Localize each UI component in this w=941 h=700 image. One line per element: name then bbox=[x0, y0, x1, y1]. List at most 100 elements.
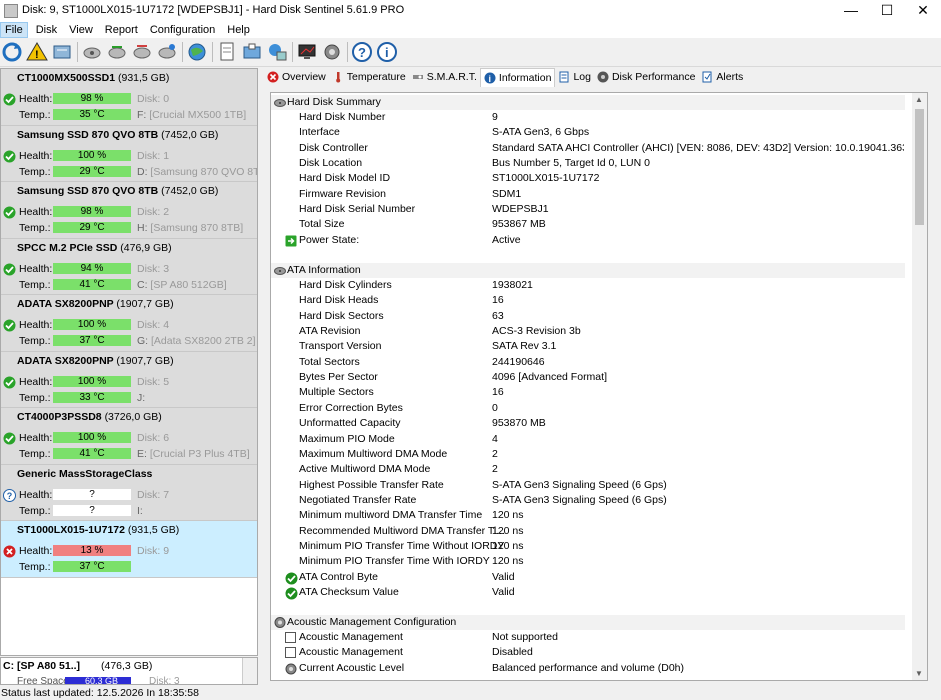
settings-icon[interactable] bbox=[321, 41, 343, 63]
volume-name: C: [SP A80 51..] bbox=[3, 660, 81, 672]
menu-disk[interactable]: Disk bbox=[32, 22, 61, 38]
disk-size: (931,5 GB) bbox=[117, 72, 170, 84]
disk-name: Samsung SSD 870 QVO 8TB (7452,0 GB) bbox=[17, 129, 218, 141]
property-value: 120 ns bbox=[492, 555, 524, 568]
temp-label: Temp.: bbox=[19, 391, 51, 404]
property-name: Minimum PIO Transfer Time Without IORDY bbox=[299, 539, 505, 552]
temp-label: Temp.: bbox=[19, 335, 51, 347]
tab-s-m-a-r-t[interactable]: S.M.A.R.T. bbox=[409, 68, 480, 86]
disk-item[interactable]: Samsung SSD 870 QVO 8TB (7452,0 GB) Healt… bbox=[1, 182, 257, 239]
property-value: 244190646 bbox=[492, 355, 545, 368]
disk-item[interactable]: ADATA SX8200PNP (1907,7 GB) Health: 100 % D… bbox=[1, 295, 257, 352]
volume-label: [Samsung 870 QVO 8TB] bbox=[150, 165, 258, 178]
property-name: Hard Disk Number bbox=[299, 111, 386, 123]
disk-settings-icon[interactable] bbox=[131, 41, 153, 63]
refresh-icon[interactable] bbox=[1, 41, 23, 63]
section-header[interactable]: ATA Information bbox=[271, 263, 905, 278]
health-bar: 98 % bbox=[53, 93, 131, 104]
scroll-down-icon[interactable]: ▼ bbox=[915, 669, 923, 678]
disk-number: Disk: 2 bbox=[137, 206, 170, 218]
menu-configuration[interactable]: Configuration bbox=[146, 22, 219, 38]
info-icon[interactable]: i bbox=[376, 41, 398, 63]
disk-volume: E: [Crucial P3 Plus 4TB] bbox=[137, 448, 250, 460]
property-value: 4096 [Advanced Format] bbox=[492, 371, 607, 384]
minimize-button[interactable]: — bbox=[833, 0, 869, 22]
disk-number: Disk: 6 bbox=[137, 432, 170, 444]
disk-size: (7452,0 GB) bbox=[161, 128, 219, 141]
tab-alerts[interactable]: Alerts bbox=[698, 68, 746, 86]
tab-overview[interactable]: Overview bbox=[264, 68, 329, 86]
tab-temperature[interactable]: Temperature bbox=[329, 68, 409, 86]
disk-info-icon[interactable] bbox=[156, 41, 178, 63]
disk-name: ST1000LX015-1U7172 (931,5 GB) bbox=[17, 524, 179, 536]
disk-item[interactable]: CT4000P3PSSD8 (3726,0 GB) Health: 100 % Dis… bbox=[1, 408, 257, 465]
backup-icon[interactable] bbox=[241, 41, 263, 63]
network-icon[interactable] bbox=[266, 41, 288, 63]
disk-item[interactable]: Samsung SSD 870 QVO 8TB (7452,0 GB) Healt… bbox=[1, 125, 258, 182]
disk-item[interactable]: Generic MassStorageClass ? Health:? Disk: … bbox=[1, 464, 257, 521]
property-name: Interface bbox=[299, 126, 340, 139]
disk-item[interactable]: CT1000MX500SSD1 (931,5 GB) Health: 98 % Dis… bbox=[1, 69, 257, 126]
menu-file[interactable]: File bbox=[0, 22, 28, 38]
report-icon[interactable] bbox=[51, 41, 73, 63]
valid-check-icon bbox=[285, 572, 298, 585]
volume-scrollbar[interactable] bbox=[242, 658, 257, 684]
overview-icon bbox=[267, 71, 282, 83]
property-value: 120 ns bbox=[492, 509, 524, 522]
disk-model: Samsung SSD 870 QVO 8TB bbox=[17, 128, 159, 141]
globe-icon[interactable] bbox=[186, 41, 208, 63]
surface-test-icon[interactable] bbox=[106, 41, 128, 63]
section-header[interactable]: Hard Disk Summary bbox=[271, 95, 905, 110]
temperature-icon bbox=[332, 71, 347, 83]
gear-icon bbox=[285, 663, 297, 675]
temp-label: Temp.: bbox=[19, 561, 51, 573]
valid-check-icon bbox=[285, 587, 298, 600]
property-name: Hard Disk Sectors bbox=[299, 309, 384, 322]
health-bar: 13 % bbox=[53, 545, 131, 556]
svg-text:i: i bbox=[385, 45, 389, 60]
menu-view[interactable]: View bbox=[65, 22, 97, 38]
help-icon[interactable]: ? bbox=[351, 41, 373, 63]
disk-item[interactable]: SPCC M.2 PCIe SSD (476,9 GB) Health: 94 % D… bbox=[1, 238, 257, 295]
svg-text:?: ? bbox=[358, 45, 366, 60]
tab-label: S.M.A.R.T. bbox=[426, 71, 477, 83]
disk-model: ADATA SX8200PNP bbox=[17, 298, 114, 310]
volume-label: [SP A80 512GB] bbox=[150, 278, 227, 291]
property-value: Active bbox=[492, 233, 521, 246]
menu-report[interactable]: Report bbox=[101, 22, 142, 38]
information-panel: ▲ ▼ Hard Disk Summary Hard Disk Number 9 In… bbox=[270, 92, 928, 681]
health-bar: 100 % bbox=[53, 149, 131, 161]
free-space-label: Free Space bbox=[17, 676, 69, 685]
disk-test-icon[interactable] bbox=[81, 41, 103, 63]
scroll-up-icon[interactable]: ▲ bbox=[915, 95, 923, 104]
tab-label: Overview bbox=[282, 71, 326, 83]
property-value: 120 ns bbox=[492, 539, 524, 552]
checkbox-icon[interactable] bbox=[285, 647, 296, 659]
tab-log[interactable]: Log bbox=[555, 68, 594, 86]
disk-item[interactable]: ADATA SX8200PNP (1907,7 GB) Health: 100 % D… bbox=[1, 351, 257, 408]
tab-information[interactable]: i Information bbox=[479, 68, 556, 87]
ok-check-icon bbox=[3, 376, 16, 388]
ok-check-icon bbox=[3, 263, 16, 275]
property-name: Hard Disk Heads bbox=[299, 294, 379, 307]
property-value: 953870 MB bbox=[492, 417, 546, 430]
disk-item[interactable]: ST1000LX015-1U7172 (931,5 GB) Health: 13 %… bbox=[1, 521, 257, 578]
property-value: 2 bbox=[492, 463, 498, 476]
ok-check-icon bbox=[3, 319, 16, 332]
disk-volume: C: [SP A80 512GB] bbox=[137, 279, 227, 291]
maximize-button[interactable]: ☐ bbox=[869, 0, 905, 22]
error-icon bbox=[3, 545, 16, 558]
scroll-thumb[interactable] bbox=[915, 109, 924, 225]
property-value: S-ATA Gen3 Signaling Speed (6 Gps) bbox=[492, 493, 667, 506]
alert-icon[interactable]: ! bbox=[26, 41, 48, 63]
section-header[interactable]: Acoustic Management Configuration bbox=[271, 615, 905, 630]
monitor-icon[interactable] bbox=[296, 41, 318, 63]
menu-help[interactable]: Help bbox=[223, 22, 254, 38]
vertical-scrollbar[interactable]: ▲ ▼ bbox=[912, 93, 927, 680]
property-name: Firmware Revision bbox=[299, 187, 386, 200]
close-button[interactable]: ✕ bbox=[905, 0, 941, 22]
disk-name: ADATA SX8200PNP (1907,7 GB) bbox=[17, 355, 174, 367]
checkbox-icon[interactable] bbox=[285, 632, 296, 643]
tab-disk-performance[interactable]: Disk Performance bbox=[594, 68, 698, 86]
document-icon[interactable] bbox=[216, 41, 238, 63]
